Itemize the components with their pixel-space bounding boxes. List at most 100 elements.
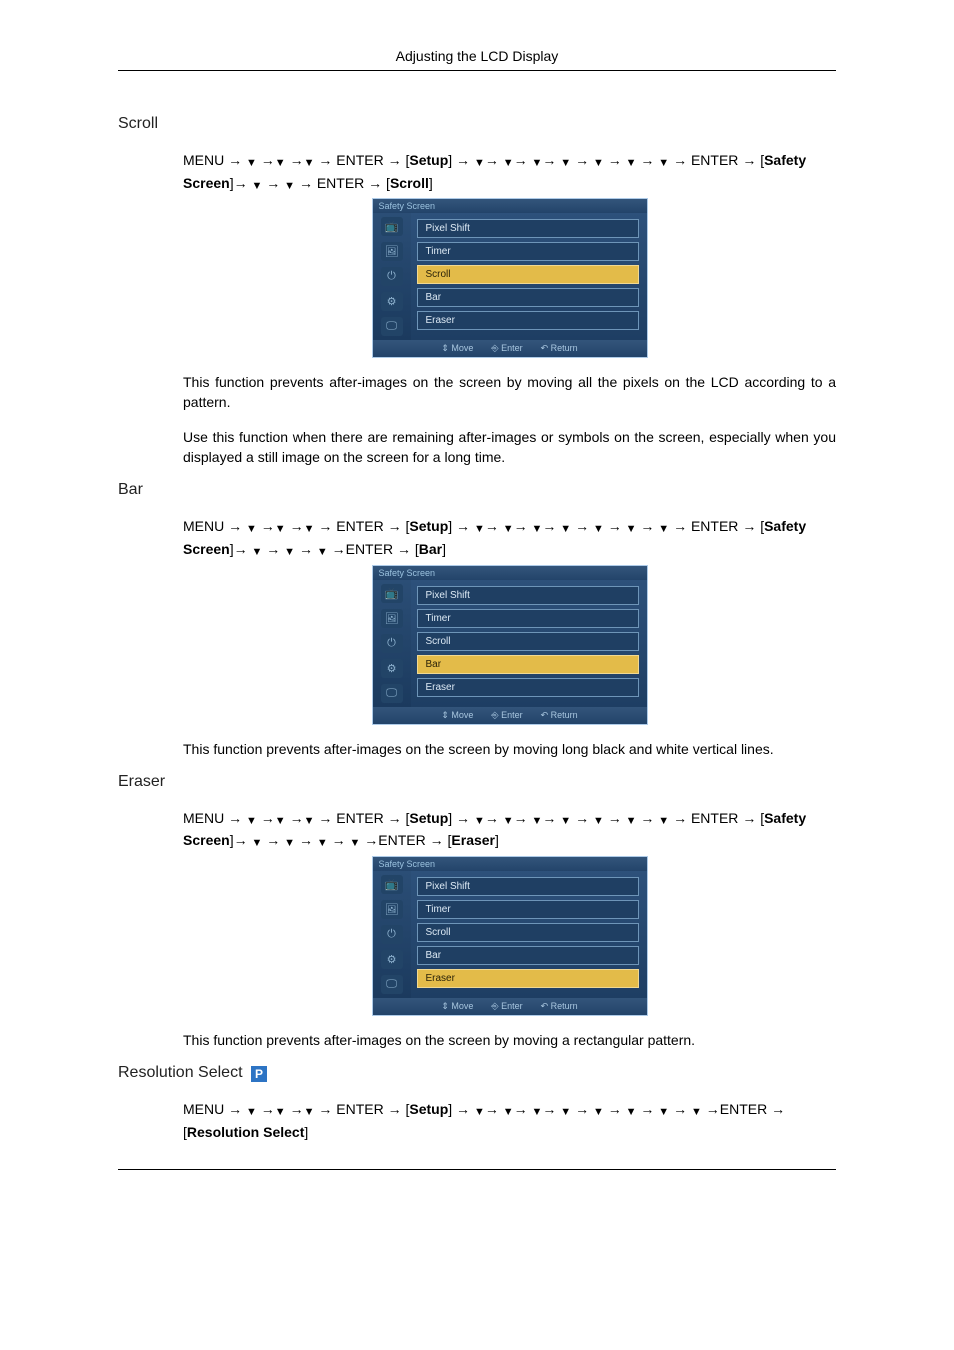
- nav-setup: Setup: [409, 810, 448, 826]
- osd-item-eraser[interactable]: Eraser: [417, 969, 639, 988]
- nav-enter: ENTER: [378, 832, 425, 848]
- down-icon: ▼: [658, 815, 669, 827]
- osd-body: 📺 🖼 ⏻ ⚙ 🖵 Pixel Shift Timer Scroll Bar E…: [373, 871, 647, 998]
- arrow-icon: →: [261, 1101, 275, 1117]
- osd-icon-column: 📺 🖼 ⏻ ⚙ 🖵: [373, 580, 411, 707]
- osd-item-scroll[interactable]: Scroll: [417, 265, 639, 284]
- nav-enter: ENTER: [691, 518, 738, 534]
- down-icon: ▼: [474, 815, 485, 827]
- arrow-icon: →: [228, 810, 242, 826]
- down-icon: ▼: [246, 157, 257, 169]
- arrow-icon: →: [742, 152, 756, 168]
- down-icon: ▼: [246, 523, 257, 535]
- down-icon: ▼: [503, 815, 514, 827]
- osd-nav-icon[interactable]: 🖵: [381, 317, 403, 336]
- arrow-icon: →: [514, 152, 528, 168]
- down-icon: ▼: [532, 1106, 543, 1118]
- arrow-icon: →: [290, 810, 304, 826]
- nav-resolution: Resolution Select: [187, 1124, 304, 1140]
- osd-item-scroll[interactable]: Scroll: [417, 923, 639, 942]
- osd-item-eraser[interactable]: Eraser: [417, 311, 639, 330]
- resolution-content: MENU → ▼ →▼ →▼ → ENTER → [Setup] → ▼→ ▼→…: [183, 1098, 836, 1143]
- osd-nav-icon[interactable]: 📺: [381, 875, 403, 894]
- arrow-icon: →: [485, 810, 499, 826]
- arrow-icon: →: [640, 152, 654, 168]
- osd-nav-icon[interactable]: 🖼: [381, 900, 403, 919]
- down-icon: ▼: [658, 1106, 669, 1118]
- osd-list: Pixel Shift Timer Scroll Bar Eraser: [411, 213, 647, 340]
- arrow-icon: →: [514, 518, 528, 534]
- osd-nav-icon[interactable]: 📺: [381, 584, 403, 603]
- osd-nav-icon[interactable]: ⚙: [381, 950, 403, 969]
- osd-nav-icon[interactable]: ⚙: [381, 659, 403, 678]
- nav-scroll: Scroll: [390, 175, 429, 191]
- osd-nav-icon[interactable]: ⏻: [381, 925, 403, 944]
- arrow-icon: →: [771, 1101, 785, 1117]
- nav-setup: Setup: [409, 152, 448, 168]
- section-heading-bar: Bar: [118, 481, 836, 499]
- down-icon: ▼: [317, 546, 328, 558]
- osd-item-pixel-shift[interactable]: Pixel Shift: [417, 219, 639, 238]
- arrow-icon: →: [608, 518, 622, 534]
- osd-item-scroll[interactable]: Scroll: [417, 632, 639, 651]
- arrow-icon: →: [266, 175, 280, 191]
- down-icon: ▼: [626, 1106, 637, 1118]
- osd-nav-icon[interactable]: ⏻: [381, 634, 403, 653]
- osd-item-bar[interactable]: Bar: [417, 655, 639, 674]
- osd-item-eraser[interactable]: Eraser: [417, 678, 639, 697]
- arrow-icon: →: [388, 152, 402, 168]
- nav-enter: ENTER: [317, 175, 364, 191]
- osd-item-pixel-shift[interactable]: Pixel Shift: [417, 586, 639, 605]
- down-icon: ▼: [593, 815, 604, 827]
- arrow-icon: →: [266, 541, 280, 557]
- osd-footer: Move Enter Return: [373, 340, 647, 357]
- down-icon: ▼: [474, 1106, 485, 1118]
- arrow-icon: →: [542, 1101, 556, 1117]
- osd-item-timer[interactable]: Timer: [417, 242, 639, 261]
- arrow-icon: →: [456, 152, 470, 168]
- scroll-content: MENU → ▼ →▼ →▼ → ENTER → [Setup] → ▼→ ▼→…: [183, 149, 836, 467]
- arrow-icon: →: [575, 518, 589, 534]
- down-icon: ▼: [474, 157, 485, 169]
- osd-item-timer[interactable]: Timer: [417, 609, 639, 628]
- nav-enter: ENTER: [336, 518, 383, 534]
- osd-title: Safety Screen: [373, 857, 647, 871]
- arrow-icon: →: [608, 1101, 622, 1117]
- osd-nav-icon[interactable]: 🖵: [381, 975, 403, 994]
- nav-enter: ENTER: [336, 152, 383, 168]
- arrow-icon: →: [388, 810, 402, 826]
- down-icon: ▼: [503, 1106, 514, 1118]
- scroll-paragraph-1: This function prevents after-images on t…: [183, 372, 836, 413]
- osd-menu-eraser: Safety Screen 📺 🖼 ⏻ ⚙ 🖵 Pixel Shift Time…: [372, 856, 648, 1016]
- osd-nav-icon[interactable]: 📺: [381, 217, 403, 236]
- arrow-icon: →: [742, 810, 756, 826]
- arrow-icon: →: [514, 810, 528, 826]
- osd-nav-icon[interactable]: ⚙: [381, 292, 403, 311]
- osd-item-timer[interactable]: Timer: [417, 900, 639, 919]
- down-icon: ▼: [593, 1106, 604, 1118]
- arrow-icon: →: [673, 810, 687, 826]
- down-icon: ▼: [532, 815, 543, 827]
- down-icon: ▼: [275, 523, 286, 535]
- nav-eraser: Eraser: [451, 832, 495, 848]
- arrow-icon: →: [430, 832, 444, 848]
- osd-item-pixel-shift[interactable]: Pixel Shift: [417, 877, 639, 896]
- down-icon: ▼: [658, 157, 669, 169]
- arrow-icon: →: [266, 832, 280, 848]
- osd-nav-icon[interactable]: 🖼: [381, 609, 403, 628]
- eraser-content: MENU → ▼ →▼ →▼ → ENTER → [Setup] → ▼→ ▼→…: [183, 807, 836, 1050]
- osd-nav-icon[interactable]: 🖵: [381, 684, 403, 703]
- osd-nav-icon[interactable]: 🖼: [381, 242, 403, 261]
- section-heading-scroll: Scroll: [118, 115, 836, 133]
- osd-item-bar[interactable]: Bar: [417, 288, 639, 307]
- arrow-icon: →: [608, 152, 622, 168]
- osd-item-bar[interactable]: Bar: [417, 946, 639, 965]
- nav-enter: ENTER: [346, 541, 393, 557]
- bar-content: MENU → ▼ →▼ →▼ → ENTER → [Setup] → ▼→ ▼→…: [183, 515, 836, 758]
- arrow-icon: →: [485, 152, 499, 168]
- arrow-icon: →: [575, 1101, 589, 1117]
- arrow-icon: →: [673, 518, 687, 534]
- osd-nav-icon[interactable]: ⏻: [381, 267, 403, 286]
- down-icon: ▼: [658, 523, 669, 535]
- arrow-icon: →: [318, 810, 332, 826]
